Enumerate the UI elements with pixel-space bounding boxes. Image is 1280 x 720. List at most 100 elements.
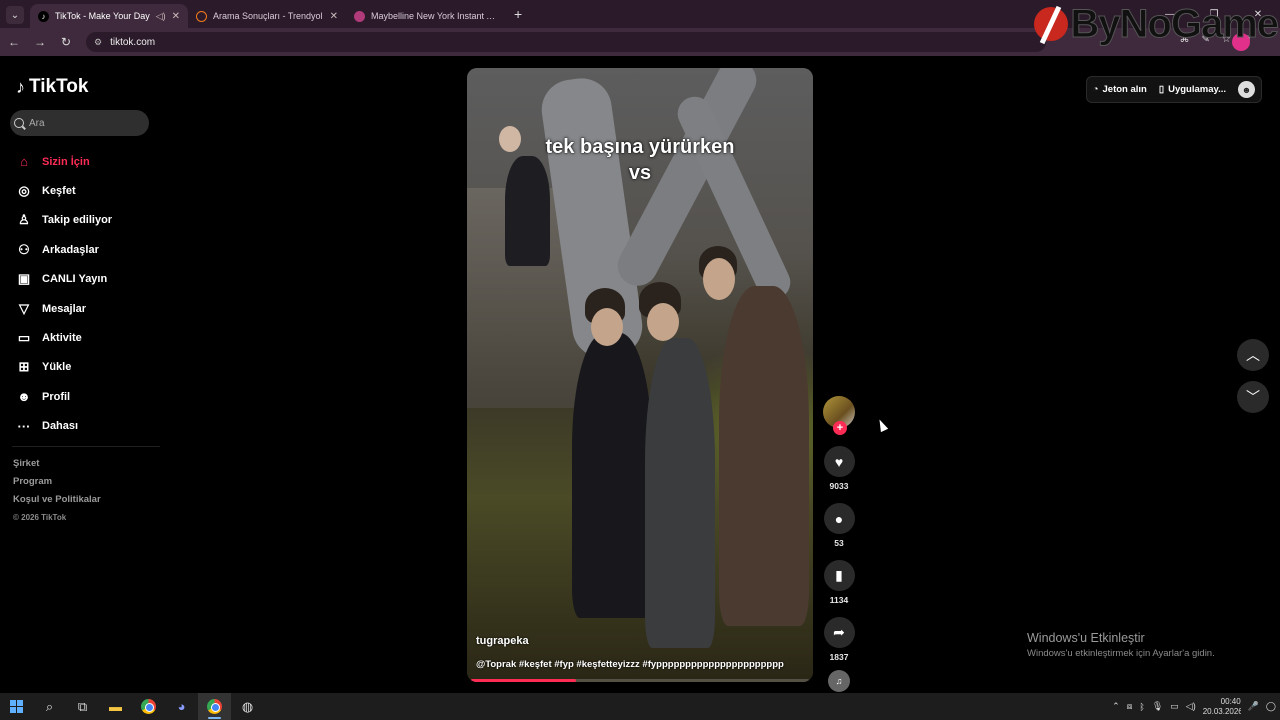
follow-plus-icon[interactable]: + — [833, 421, 847, 435]
trendyol-favicon-icon — [196, 10, 207, 22]
person-head — [703, 258, 735, 300]
sidebar-item-live[interactable]: ▣ CANLI Yayın — [14, 265, 112, 294]
comment-icon[interactable]: ● — [823, 503, 855, 534]
chrome-taskbar-icon[interactable] — [132, 693, 165, 720]
sidebar-item-label: Keşfet — [42, 185, 76, 198]
footer-link-company[interactable]: Şirket — [13, 458, 101, 476]
sidebar-item-explore[interactable]: ◎ Keşfet — [14, 176, 112, 205]
chevron-down-icon: ﹀ — [1246, 389, 1260, 405]
sidebar-item-profile[interactable]: ☻ Profil — [14, 382, 112, 411]
watermark-text: ByNoGame — [1070, 2, 1280, 47]
reload-icon[interactable]: ↻ — [54, 35, 78, 49]
notification-icon[interactable]: ◯ — [1266, 701, 1276, 712]
discord-taskbar-icon[interactable]: ◕ — [165, 693, 198, 720]
sidebar-item-friends[interactable]: ⚇ Arkadaşlar — [14, 235, 112, 264]
task-view-icon[interactable]: ⧉ — [66, 693, 99, 720]
close-tab-icon[interactable]: ✕ — [172, 11, 180, 22]
bookmark-icon[interactable]: ▮ — [823, 560, 855, 591]
tab-tiktok[interactable]: ♪ TikTok - Make Your Day ◁) ✕ — [30, 4, 188, 28]
sidebar-item-more[interactable]: ··· Dahası — [14, 412, 112, 441]
save-action: ▮ 1134 — [822, 560, 856, 605]
tiktok-logo[interactable]: ♪ TikTok — [16, 76, 88, 98]
logo-text: TikTok — [29, 76, 89, 97]
forward-icon[interactable]: → — [28, 35, 52, 49]
tab-maybelline[interactable]: Maybelline New York Instant Age — [346, 4, 504, 28]
footer-link-terms[interactable]: Koşul ve Politikalar — [13, 494, 101, 512]
sidebar-item-for-you[interactable]: ⌂ Sizin İçin — [14, 147, 112, 176]
bynogame-logo-icon — [1034, 7, 1069, 41]
overlay-line-1: tek başına yürürken — [545, 136, 735, 158]
previous-video-button[interactable]: ︿ — [1237, 339, 1269, 371]
overlay-line-2: vs — [628, 162, 652, 184]
phone-icon: ▯ — [1158, 84, 1165, 95]
tray-chevron-up-icon[interactable]: ⌃ — [1112, 701, 1120, 712]
new-tab-button[interactable]: + — [514, 6, 522, 22]
sidebar-item-label: Aktivite — [42, 332, 82, 345]
live-icon: ▣ — [17, 271, 31, 287]
person-middle — [645, 338, 715, 648]
comment-action: ● 53 — [822, 503, 856, 548]
speaker-icon[interactable]: ◁) — [156, 11, 166, 22]
chrome-profile-taskbar-icon[interactable] — [198, 693, 231, 720]
clock-time: 00:40 — [1220, 696, 1241, 706]
sidebar-item-label: Arkadaşlar — [42, 243, 99, 256]
bluetooth-icon[interactable]: ᛒ — [1139, 702, 1144, 712]
share-action: ➦ 1837 — [822, 617, 856, 662]
mic-tray-icon[interactable]: 🎤 — [1248, 701, 1259, 712]
start-button[interactable] — [0, 693, 33, 720]
mouse-cursor-icon — [875, 417, 889, 433]
upload-icon: ⊞ — [18, 359, 30, 375]
sidebar-item-following[interactable]: ♙ Takip ediliyor — [14, 206, 112, 235]
next-video-button[interactable]: ﹀ — [1237, 381, 1269, 413]
search-taskbar-icon[interactable]: ⌕ — [33, 693, 66, 720]
volume-icon[interactable]: ◁) — [1186, 701, 1196, 712]
tab-search-menu[interactable]: ⌄ — [6, 6, 24, 24]
video-progress-bar[interactable] — [471, 679, 809, 682]
video-author[interactable]: tugrapeka — [476, 635, 529, 647]
profile-icon: ☻ — [17, 389, 31, 405]
file-explorer-icon[interactable]: ▬ — [99, 693, 132, 720]
get-coins-button[interactable]: ◔ Jeton alın — [1093, 84, 1147, 95]
bynogame-watermark: ByNoGame — [1034, 2, 1280, 47]
sidebar-item-messages[interactable]: ▽ Mesajlar — [14, 294, 112, 323]
save-count: 1134 — [829, 595, 849, 605]
app-taskbar-icon[interactable]: ◍ — [231, 693, 264, 720]
creator-avatar[interactable]: + — [823, 396, 855, 435]
tab-trendyol[interactable]: Arama Sonuçları - Trendyol ✕ — [188, 4, 346, 28]
following-icon: ♙ — [18, 212, 30, 228]
sidebar-item-label: Sizin İçin — [42, 155, 90, 168]
person-right — [719, 286, 809, 626]
share-icon[interactable]: ➦ — [823, 617, 855, 648]
music-disc-icon[interactable]: ♫ — [828, 670, 850, 692]
like-action: ♥ 9033 — [822, 446, 856, 491]
sidebar-item-upload[interactable]: ⊞ Yükle — [14, 353, 112, 382]
footer-copyright: © 2026 TikTok — [13, 513, 67, 522]
search-input[interactable]: Ara — [10, 110, 149, 136]
chrome-icon — [207, 699, 222, 714]
video-player[interactable]: tek başına yürürken vs tugrapeka @Toprak… — [467, 68, 813, 682]
activity-icon: ▭ — [17, 330, 31, 346]
network-icon[interactable]: ▭ — [1170, 701, 1179, 712]
device-icon[interactable]: ⧈ — [1127, 701, 1133, 712]
person-left — [572, 333, 652, 618]
heart-icon[interactable]: ♥ — [823, 446, 855, 477]
close-tab-icon[interactable]: ✕ — [330, 11, 338, 22]
chevron-up-icon: ︿ — [1246, 347, 1260, 363]
url-field[interactable]: ⚙ tiktok.com — [86, 32, 1046, 52]
user-avatar[interactable]: ☻ — [1238, 81, 1255, 98]
activation-subtitle: Windows'u etkinleştirmek için Ayarlar'a … — [1027, 648, 1215, 659]
get-app-button[interactable]: ▯ Uygulamay... — [1159, 84, 1226, 95]
comment-count: 53 — [834, 538, 844, 548]
back-icon[interactable]: ← — [2, 35, 26, 49]
sidebar-item-label: Dahası — [42, 420, 79, 433]
taskbar-clock[interactable]: 00:40 20.03.2026 — [1203, 697, 1241, 717]
microphone-icon[interactable]: 🎙 — [1152, 701, 1163, 712]
video-description[interactable]: @Toprak #keşfet #fyp #keşfetteyizzz #fyp… — [476, 659, 806, 670]
person-head — [591, 308, 623, 346]
url-text: tiktok.com — [110, 36, 156, 48]
more-icon: ··· — [17, 418, 31, 434]
sidebar-item-activity[interactable]: ▭ Aktivite — [14, 323, 112, 352]
footer-link-program[interactable]: Program — [13, 476, 101, 494]
site-info-icon[interactable]: ⚙ — [94, 37, 102, 48]
sidebar-divider — [12, 446, 160, 447]
